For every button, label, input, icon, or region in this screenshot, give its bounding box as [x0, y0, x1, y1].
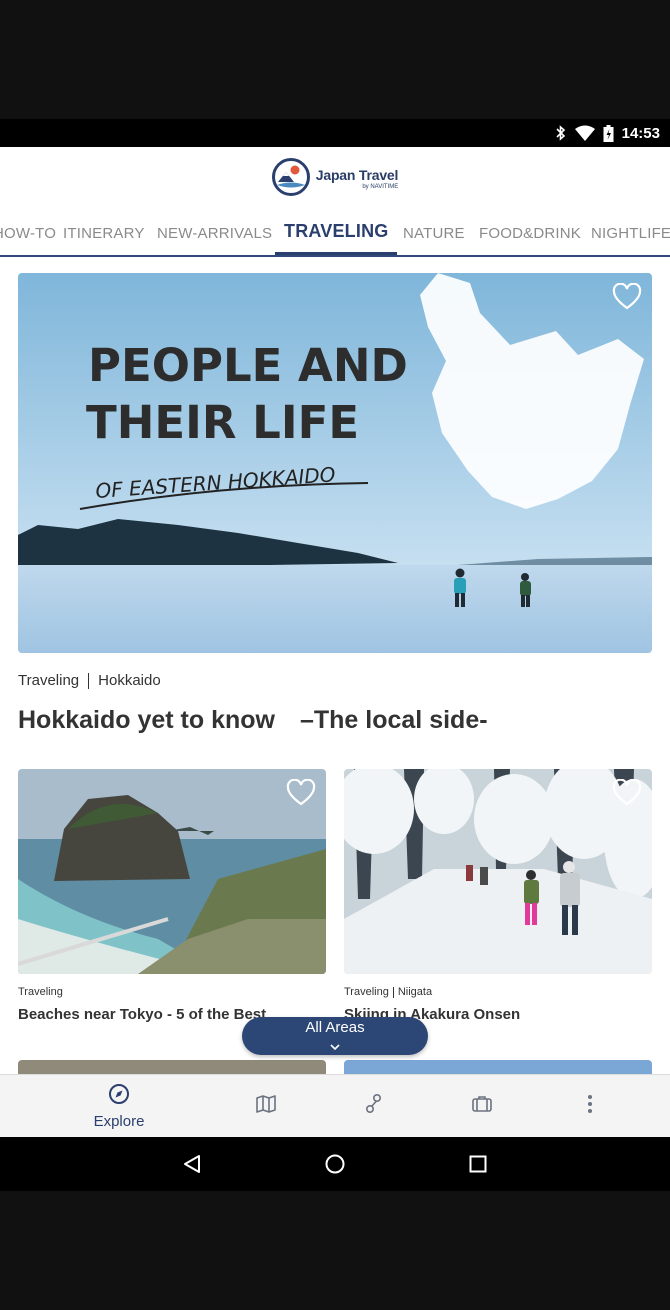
nav-trips[interactable] [462, 1075, 502, 1137]
chevron-down-icon [330, 1037, 340, 1054]
brand-logo[interactable]: Japan Travel by NAVITIME [271, 157, 399, 201]
hero-category: Traveling [18, 672, 80, 689]
logo-emblem-icon [271, 157, 310, 201]
hero-image-text-line1: PEOPLE AND [88, 339, 408, 392]
article-card-image[interactable] [344, 769, 652, 974]
recents-icon[interactable] [458, 1137, 498, 1191]
nav-route[interactable] [354, 1075, 394, 1137]
battery-icon [603, 124, 614, 142]
nav-explore-label: Explore [93, 1113, 145, 1130]
hero-title[interactable]: Hokkaido yet to know –The local side- [18, 700, 488, 736]
tab-nightlife[interactable]: NIGHTLIFE [591, 211, 670, 255]
bluetooth-icon [555, 125, 567, 141]
nav-explore[interactable]: Explore [89, 1075, 149, 1137]
article-card-image[interactable] [344, 1060, 652, 1074]
meta-divider [88, 672, 90, 689]
card-category: Traveling [18, 986, 63, 998]
meta-divider [392, 986, 394, 998]
tab-how-to[interactable]: HOW-TO [0, 211, 56, 255]
compass-icon [108, 1083, 130, 1110]
all-areas-button[interactable]: All Areas [242, 1017, 428, 1055]
article-card-image[interactable] [18, 769, 326, 974]
favorite-heart-icon[interactable] [612, 779, 642, 807]
tab-traveling[interactable]: TRAVELING [275, 211, 398, 255]
favorite-heart-icon[interactable] [612, 283, 642, 311]
wifi-icon [574, 125, 595, 141]
card-meta: Traveling [18, 986, 326, 998]
card-category: Traveling [344, 986, 389, 998]
tab-itinerary[interactable]: ITINERARY [63, 211, 145, 255]
card-area: Niigata [397, 986, 433, 998]
article-card[interactable]: Traveling Beaches near Tokyo - 5 of the … [18, 769, 326, 1023]
app-header: Japan Travel by NAVITIME [0, 147, 670, 211]
bottom-navigation: Explore [0, 1074, 670, 1137]
map-icon [255, 1094, 277, 1119]
nav-more[interactable] [570, 1075, 610, 1137]
card-meta: Traveling Niigata [344, 986, 652, 998]
route-icon [364, 1093, 384, 1120]
back-icon[interactable] [172, 1137, 212, 1191]
hero-article-image[interactable]: PEOPLE AND THEIR LIFE OF EASTERN HOKKAID… [18, 273, 652, 653]
tab-nature[interactable]: NATURE [403, 211, 465, 255]
tab-new-arrivals[interactable]: NEW-ARRIVALS [157, 211, 272, 255]
all-areas-label: All Areas [305, 1018, 365, 1036]
hero-meta: Traveling Hokkaido [18, 672, 161, 689]
article-card-image[interactable] [18, 1060, 326, 1074]
favorite-heart-icon[interactable] [286, 779, 316, 807]
hero-image-text-line2: THEIR LIFE [86, 396, 359, 449]
brand-name: Japan Travel [315, 167, 399, 183]
suitcase-icon [471, 1094, 493, 1119]
brand-sub: by NAVITIME [362, 184, 399, 190]
home-icon[interactable] [315, 1137, 355, 1191]
system-navigation-bar [0, 1137, 670, 1191]
status-bar: 14:53 [0, 119, 670, 147]
nav-map[interactable] [246, 1075, 286, 1137]
more-vertical-icon [587, 1094, 593, 1119]
article-feed[interactable]: PEOPLE AND THEIR LIFE OF EASTERN HOKKAID… [0, 259, 670, 1074]
category-tabs: HOW-TO ITINERARY NEW-ARRIVALS TRAVELING … [0, 211, 670, 257]
app-window: Japan Travel by NAVITIME HOW-TO ITINERAR… [0, 147, 670, 1137]
hero-area: Hokkaido [98, 672, 161, 689]
device-screen: 14:53 Japan Travel by NAVITIME OW-TO ITI… [0, 0, 670, 1310]
article-card[interactable]: Traveling Niigata Skiing in Akakura Onse… [344, 769, 652, 1023]
clock: 14:53 [621, 124, 660, 142]
tab-food-drink[interactable]: FOOD&DRINK [479, 211, 581, 255]
